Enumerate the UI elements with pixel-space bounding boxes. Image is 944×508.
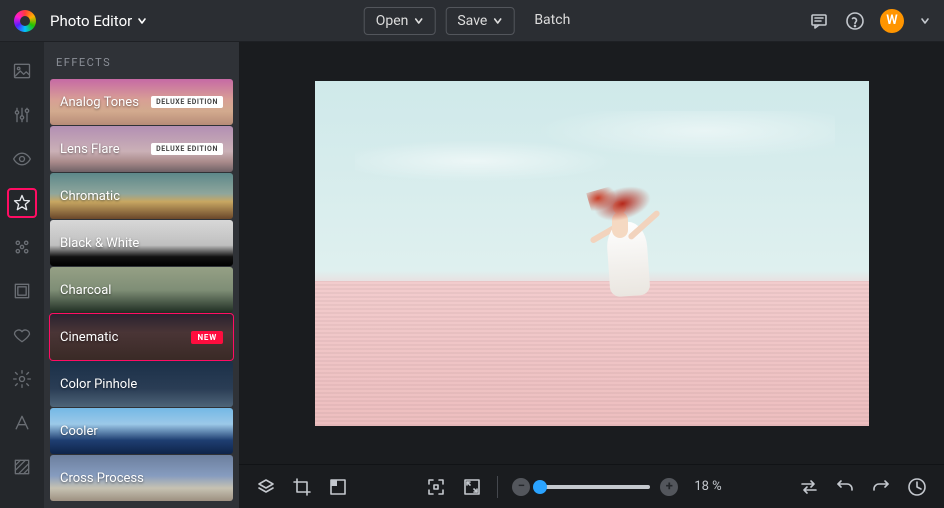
deluxe-badge: DELUXE EDITION	[151, 143, 223, 155]
effect-label: Charcoal	[60, 283, 111, 298]
effect-color-pinhole[interactable]: Color Pinhole	[50, 361, 233, 407]
effect-label: Color Pinhole	[60, 377, 137, 392]
gear-icon	[12, 369, 32, 389]
effect-lens-flare[interactable]: Lens Flare DELUXE EDITION	[50, 126, 233, 172]
effect-label: Lens Flare	[60, 142, 120, 157]
chevron-down-icon	[413, 16, 423, 26]
rail-text-tool[interactable]	[7, 408, 37, 438]
compare-icon	[799, 477, 819, 497]
effect-chromatic[interactable]: Chromatic	[50, 173, 233, 219]
panel-title: EFFECTS	[44, 42, 239, 79]
effect-label: Analog Tones	[60, 95, 139, 110]
effect-cinematic[interactable]: Cinematic NEW	[50, 314, 233, 360]
chevron-down-icon	[492, 16, 502, 26]
history-icon	[907, 477, 927, 497]
effect-label: Black & White	[60, 236, 139, 251]
effect-charcoal[interactable]: Charcoal	[50, 267, 233, 313]
open-button[interactable]: Open	[364, 7, 436, 35]
zoom-out-button[interactable]: −	[512, 478, 530, 496]
help-icon	[845, 11, 865, 31]
fit-screen-button[interactable]	[425, 476, 447, 498]
rail-settings-tool[interactable]	[7, 364, 37, 394]
speech-bubble-icon	[809, 11, 829, 31]
zoom-slider[interactable]	[540, 485, 650, 489]
history-button[interactable]	[906, 476, 928, 498]
redo-button[interactable]	[870, 476, 892, 498]
canvas-area: − + 18 %	[239, 42, 944, 508]
layers-button[interactable]	[255, 476, 277, 498]
star-icon	[12, 193, 32, 213]
heart-icon	[12, 325, 32, 345]
rail-texture-tool[interactable]	[7, 452, 37, 482]
user-avatar[interactable]: W	[880, 9, 904, 33]
rail-effects-tool[interactable]	[7, 188, 37, 218]
help-button[interactable]	[844, 10, 866, 32]
zoom-percent: 18 %	[694, 479, 721, 494]
rail-frame-tool[interactable]	[7, 276, 37, 306]
actual-size-button[interactable]	[461, 476, 483, 498]
effect-black-white[interactable]: Black & White	[50, 220, 233, 266]
rail-favorites-tool[interactable]	[7, 320, 37, 350]
rail-ai-tool[interactable]	[7, 232, 37, 262]
comments-button[interactable]	[808, 10, 830, 32]
undo-button[interactable]	[834, 476, 856, 498]
canvas-viewport[interactable]	[239, 42, 944, 464]
main-area: EFFECTS Analog Tones DELUXE EDITION Lens …	[0, 42, 944, 508]
redo-icon	[871, 477, 891, 497]
new-badge: NEW	[191, 331, 223, 344]
effect-label: Chromatic	[60, 189, 120, 204]
save-button[interactable]: Save	[445, 7, 514, 35]
expand-icon	[462, 477, 482, 497]
text-icon	[12, 413, 32, 433]
canvas-size-icon	[328, 477, 348, 497]
avatar-initial: W	[886, 13, 897, 28]
separator	[497, 476, 498, 498]
effect-analog-tones[interactable]: Analog Tones DELUXE EDITION	[50, 79, 233, 125]
frame-icon	[12, 281, 32, 301]
effect-label: Cross Process	[60, 471, 144, 486]
top-right-controls: W	[808, 9, 930, 33]
effect-cross-process[interactable]: Cross Process	[50, 455, 233, 501]
fit-screen-icon	[426, 477, 446, 497]
layers-icon	[256, 477, 276, 497]
effect-label: Cooler	[60, 424, 98, 439]
product-switcher[interactable]: Photo Editor	[50, 12, 147, 30]
app-logo-icon	[14, 10, 36, 32]
rail-visibility-tool[interactable]	[7, 144, 37, 174]
save-label: Save	[457, 13, 487, 29]
deluxe-badge: DELUXE EDITION	[151, 96, 223, 108]
image-subject	[554, 178, 684, 308]
eye-icon	[12, 149, 32, 169]
crop-button[interactable]	[291, 476, 313, 498]
image-preview[interactable]	[315, 81, 869, 426]
effects-list[interactable]: Analog Tones DELUXE EDITION Lens Flare DEL…	[44, 79, 239, 508]
texture-icon	[12, 457, 32, 477]
crop-icon	[292, 477, 312, 497]
sparkle-nodes-icon	[12, 237, 32, 257]
undo-icon	[835, 477, 855, 497]
effects-panel: EFFECTS Analog Tones DELUXE EDITION Lens …	[44, 42, 239, 508]
zoom-in-button[interactable]: +	[660, 478, 678, 496]
batch-label: Batch	[534, 12, 570, 28]
zoom-controls: − + 18 %	[512, 478, 721, 496]
top-center-controls: Open Save Batch	[364, 7, 581, 35]
product-name: Photo Editor	[50, 12, 132, 30]
image-icon	[12, 61, 32, 81]
sliders-icon	[12, 105, 32, 125]
top-bar: Photo Editor Open Save Batch W	[0, 0, 944, 42]
tool-rail	[0, 42, 44, 508]
zoom-slider-handle[interactable]	[533, 480, 547, 494]
compare-button[interactable]	[798, 476, 820, 498]
effect-cooler[interactable]: Cooler	[50, 408, 233, 454]
effect-label: Cinematic	[60, 330, 118, 345]
canvas-size-button[interactable]	[327, 476, 349, 498]
rail-image-tool[interactable]	[7, 56, 37, 86]
chevron-down-icon	[137, 16, 147, 26]
open-label: Open	[376, 13, 409, 29]
bottom-bar: − + 18 %	[239, 464, 944, 508]
rail-adjust-tool[interactable]	[7, 100, 37, 130]
chevron-down-icon[interactable]	[920, 16, 930, 26]
batch-button[interactable]: Batch	[524, 7, 580, 35]
